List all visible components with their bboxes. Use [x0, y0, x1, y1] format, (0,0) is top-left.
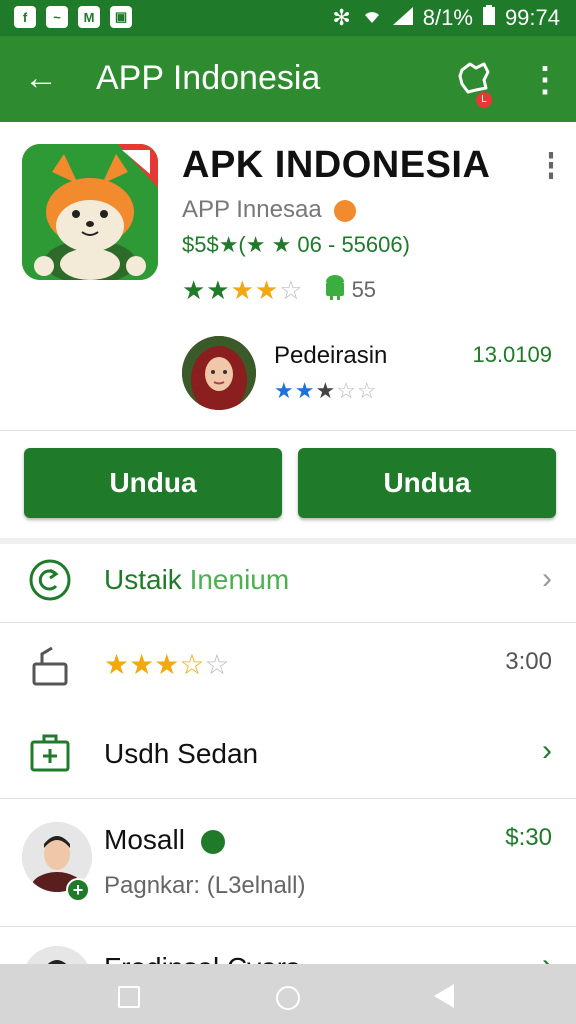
app-bar: ← APP Indonesia L ⋮ — [0, 36, 576, 122]
reviewer-stars: ★★★☆☆ — [274, 378, 378, 403]
reviewer-value: 13.0109 — [472, 342, 552, 367]
row-divider-1 — [0, 622, 576, 623]
status-icon-2: ~ — [46, 6, 68, 28]
list-row-rating[interactable]: ★★★☆☆ 3:00 — [0, 624, 576, 708]
notification-icon[interactable] — [456, 60, 492, 96]
list-row-usdh[interactable]: Usdh Sedan › — [0, 708, 576, 798]
bluetooth-icon: ✻ — [332, 5, 351, 30]
refresh-icon — [29, 559, 71, 601]
download-button-right[interactable]: Undua — [298, 448, 556, 518]
row-ustaik-primary: Ustaik — [104, 564, 182, 595]
status-left-icons: f ~ M ▣ — [14, 6, 132, 28]
download-button-left[interactable]: Undua — [24, 448, 282, 518]
partial-avatar — [22, 946, 92, 964]
status-icon-3: M — [78, 6, 100, 28]
app-icon — [22, 144, 158, 280]
android-icon — [324, 274, 346, 306]
recents-icon[interactable] — [118, 986, 140, 1008]
status-icon-1: f — [14, 6, 36, 28]
add-badge-icon[interactable]: + — [66, 878, 90, 902]
list-row-partial[interactable]: Frodinsal Cyars › — [0, 928, 576, 964]
android-count-value: 55 — [351, 277, 377, 302]
app-bar-title: APP Indonesia — [96, 59, 321, 97]
row-ustaik-label: Ustaik Inenium — [104, 564, 289, 596]
row-mosall-title-text: Mosall — [104, 824, 185, 855]
reviewer-avatar — [182, 336, 256, 410]
back-icon[interactable] — [434, 984, 454, 1008]
status-bar: f ~ M ▣ ✻ 8/1% 99:74 — [0, 0, 576, 36]
list-row-ustaik[interactable]: Ustaik Inenium › — [0, 544, 576, 622]
app-rating-row: ★★★★☆ 55 — [182, 274, 376, 306]
home-icon[interactable] — [276, 986, 300, 1010]
app-rating-stars: ★★★★☆ — [182, 274, 304, 305]
row-usdh-label: Usdh Sedan — [104, 738, 259, 769]
share-icon — [32, 646, 68, 686]
wifi-icon — [361, 5, 383, 31]
android-count: 55 — [324, 274, 376, 306]
app-developer: APP Innesaa — [182, 196, 357, 224]
app-meta: $5$★(★ ★ 06 - 55606) — [182, 232, 410, 257]
row-mosall-subtitle: Pagnkar: (L3elnall) — [104, 872, 306, 899]
notification-badge: L — [476, 92, 492, 108]
back-arrow-icon[interactable]: ← — [24, 58, 58, 98]
chevron-right-icon: › — [542, 734, 552, 767]
row-mosall-title: Mosall — [104, 824, 225, 856]
status-right: ✻ 8/1% 99:74 — [332, 5, 560, 31]
emoji-icon — [200, 829, 225, 854]
row-mosall-price: $:30 — [505, 824, 552, 851]
row-divider-2 — [0, 798, 576, 799]
row-rating-time: 3:00 — [505, 648, 552, 675]
app-more-icon[interactable]: ⋮ — [536, 150, 566, 180]
chevron-right-icon: › — [542, 562, 552, 595]
row-rating-stars: ★★★☆☆ — [104, 649, 230, 680]
row-partial-title: Frodinsal Cyars — [104, 952, 300, 964]
battery-icon — [482, 5, 495, 31]
header-divider — [0, 430, 576, 431]
battery-percent: 8/1% — [422, 5, 473, 30]
overflow-menu-icon[interactable]: ⋮ — [528, 60, 562, 100]
chevron-right-icon: › — [542, 948, 552, 964]
list-row-mosall[interactable]: + Mosall Pagnkar: (L3elnall) $:30 — [0, 800, 576, 926]
reviewer-name: Pedeirasin — [274, 342, 388, 369]
app-name: APK INDONESIA — [182, 144, 491, 186]
row-ustaik-secondary: Inenium — [189, 564, 290, 595]
signal-icon — [392, 5, 413, 31]
row-divider-3 — [0, 926, 576, 927]
app-developer-text: APP Innesaa — [182, 196, 322, 223]
status-time: 99:74 — [504, 5, 560, 30]
reviewer-card[interactable]: Pedeirasin 13.0109 ★★★☆☆ — [182, 336, 552, 412]
medical-bag-icon — [30, 734, 70, 772]
status-icon-4: ▣ — [110, 6, 132, 28]
developer-badge-icon — [334, 199, 357, 222]
